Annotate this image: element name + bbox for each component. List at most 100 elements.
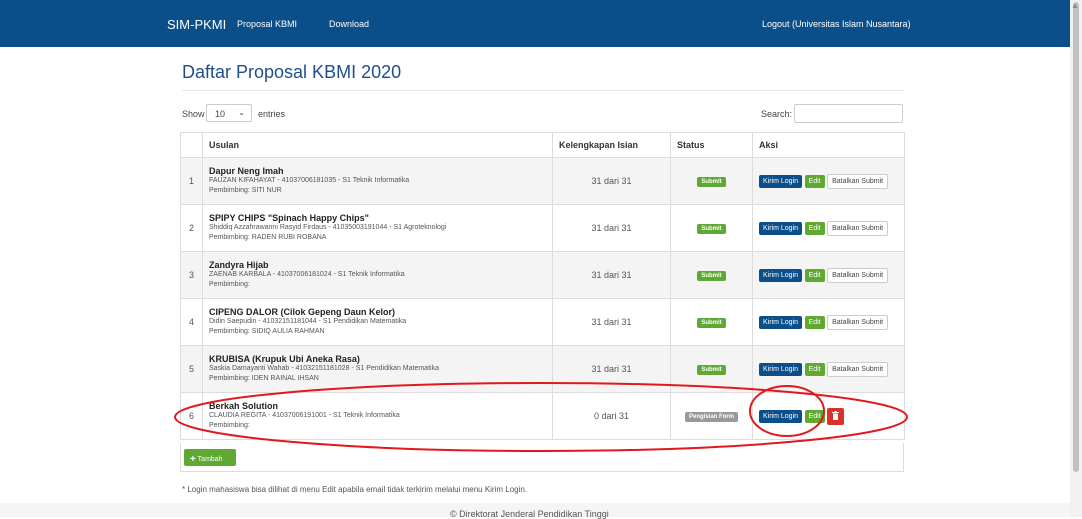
proposal-supervisor: Pembimbing: — [209, 281, 250, 288]
status-badge: Submit — [697, 177, 726, 187]
footer-copyright: © Direktorat Jenderal Pendidikan Tinggi — [450, 509, 609, 519]
batalkan-submit-button[interactable]: Batalkan Submit — [827, 361, 889, 377]
actions-cell: Kirim Login Edit Batalkan Submit — [752, 345, 905, 393]
edit-button[interactable]: Edit — [804, 268, 825, 282]
proposal-supervisor: Pembimbing: IDEN RAINAL IHSAN — [209, 375, 319, 382]
col-header-status[interactable]: Status — [670, 132, 753, 158]
scrollbar-thumb[interactable] — [1073, 2, 1079, 472]
proposal-student: Shiddiq Azzahrawanni Rasyid Firdaus - 41… — [209, 224, 447, 231]
batalkan-submit-button[interactable]: Batalkan Submit — [827, 267, 889, 283]
completeness-value: 31 dari 31 — [552, 345, 671, 393]
proposal-table: Usulan Kelengkapan Isian Status Aksi 1 D… — [180, 132, 905, 440]
page-title: Daftar Proposal KBMI 2020 — [182, 62, 402, 82]
batalkan-submit-button[interactable]: Batalkan Submit — [827, 173, 889, 189]
status-cell: Submit — [670, 298, 753, 346]
title-divider — [182, 90, 904, 91]
edit-button[interactable]: Edit — [804, 362, 825, 376]
proposal-supervisor: Pembimbing: RADEN RUBI ROBANA — [209, 234, 327, 241]
table-row: 3 Zandyra Hijab ZAENAB KARBALA - 4103700… — [180, 251, 905, 299]
status-badge: Submit — [697, 224, 726, 234]
edit-button[interactable]: Edit — [804, 409, 825, 423]
logout-link[interactable]: Logout (Universitas Islam Nusantara) — [762, 19, 911, 29]
entries-label: entries — [258, 109, 286, 119]
row-number: 4 — [180, 298, 203, 346]
chevron-down-icon: ⌄ — [238, 108, 245, 117]
completeness-value: 31 dari 31 — [552, 204, 671, 252]
nav-proposal-kbmi[interactable]: Proposal KBMI — [237, 19, 297, 29]
proposal-cell: CIPENG DALOR (Cilok Gepeng Daun Kelor) D… — [202, 298, 553, 346]
status-cell: Submit — [670, 157, 753, 205]
proposal-student: Saskia Damayanti Wahab - 41032151181028 … — [209, 365, 439, 372]
row-number: 1 — [180, 157, 203, 205]
kirim-login-button[interactable]: Kirim Login — [759, 315, 803, 329]
proposal-title: KRUBISA (Krupuk Ubi Aneka Rasa) — [209, 354, 360, 364]
search-label: Search: — [761, 109, 793, 119]
show-label: Show — [182, 109, 205, 119]
status-badge: Pengisian Form — [684, 412, 738, 422]
kirim-login-button[interactable]: Kirim Login — [759, 409, 803, 423]
completeness-value: 31 dari 31 — [552, 298, 671, 346]
col-header-usulan[interactable]: Usulan — [202, 132, 553, 158]
batalkan-submit-button[interactable]: Batalkan Submit — [827, 314, 889, 330]
proposal-supervisor: Pembimbing: — [209, 422, 250, 429]
entries-select[interactable]: 10 ⌄ — [206, 104, 252, 122]
table-row: 1 Dapur Neng Imah FAUZAN KIFAHAYAT - 410… — [180, 157, 905, 205]
proposal-cell: Zandyra Hijab ZAENAB KARBALA - 410370061… — [202, 251, 553, 299]
proposal-title: Zandyra Hijab — [209, 260, 269, 270]
status-badge: Submit — [697, 318, 726, 328]
add-button-label: Tambah — [197, 456, 223, 463]
kirim-login-button[interactable]: Kirim Login — [759, 268, 803, 282]
proposal-student: FAUZAN KIFAHAYAT - 41037006181035 - S1 T… — [209, 177, 410, 184]
completeness-value: 0 dari 31 — [552, 392, 671, 440]
actions-cell: Kirim Login Edit — [752, 392, 905, 440]
kirim-login-button[interactable]: Kirim Login — [759, 174, 803, 188]
col-header-aksi[interactable]: Aksi — [752, 132, 905, 158]
proposal-cell: Berkah Solution CLAUDIA REGITA - 4103700… — [202, 392, 553, 440]
nav-download[interactable]: Download — [329, 19, 369, 29]
table-row: 4 CIPENG DALOR (Cilok Gepeng Daun Kelor)… — [180, 298, 905, 346]
edit-button[interactable]: Edit — [804, 174, 825, 188]
completeness-value: 31 dari 31 — [552, 157, 671, 205]
proposal-cell: Dapur Neng Imah FAUZAN KIFAHAYAT - 41037… — [202, 157, 553, 205]
actions-cell: Kirim Login Edit Batalkan Submit — [752, 251, 905, 299]
batalkan-submit-button[interactable]: Batalkan Submit — [827, 220, 889, 236]
row-number: 5 — [180, 345, 203, 393]
proposal-student: Didin Saepudin - 41032151181044 - S1 Pen… — [209, 318, 407, 325]
edit-button[interactable]: Edit — [804, 221, 825, 235]
status-badge: Submit — [697, 271, 726, 281]
proposal-title: Berkah Solution — [209, 401, 279, 411]
proposal-cell: KRUBISA (Krupuk Ubi Aneka Rasa) Saskia D… — [202, 345, 553, 393]
row-number: 6 — [180, 392, 203, 440]
brand-link[interactable]: SIM-PKMI — [167, 17, 226, 32]
status-badge: Submit — [697, 365, 726, 375]
table-row: 2 SPIPY CHIPS "Spinach Happy Chips" Shid… — [180, 204, 905, 252]
proposal-student: CLAUDIA REGITA - 41037006191001 - S1 Tek… — [209, 412, 400, 419]
search-input[interactable] — [794, 104, 903, 123]
delete-button[interactable] — [827, 407, 845, 425]
row-number: 3 — [180, 251, 203, 299]
table-row: 5 KRUBISA (Krupuk Ubi Aneka Rasa) Saskia… — [180, 345, 905, 393]
login-footnote: * Login mahasiswa bisa dilihat di menu E… — [182, 485, 528, 494]
trash-icon — [832, 410, 840, 420]
proposal-student: ZAENAB KARBALA - 41037006181024 - S1 Tek… — [209, 271, 405, 278]
edit-button[interactable]: Edit — [804, 315, 825, 329]
kirim-login-button[interactable]: Kirim Login — [759, 362, 803, 376]
actions-cell: Kirim Login Edit Batalkan Submit — [752, 298, 905, 346]
proposal-cell: SPIPY CHIPS "Spinach Happy Chips" Shiddi… — [202, 204, 553, 252]
table-header-row: Usulan Kelengkapan Isian Status Aksi — [180, 132, 905, 158]
proposal-supervisor: Pembimbing: SIDIQ AULIA RAHMAN — [209, 328, 325, 335]
add-proposal-button[interactable]: + Tambah — [184, 449, 236, 466]
kirim-login-button[interactable]: Kirim Login — [759, 221, 803, 235]
completeness-value: 31 dari 31 — [552, 251, 671, 299]
actions-cell: Kirim Login Edit Batalkan Submit — [752, 157, 905, 205]
proposal-title: Dapur Neng Imah — [209, 166, 284, 176]
top-navbar: SIM-PKMI Proposal KBMI Download Logout (… — [0, 0, 1070, 47]
scroll-up-icon[interactable]: ▲ — [1071, 1, 1079, 10]
plus-icon: + — [190, 454, 196, 465]
col-header-kelengkapan[interactable]: Kelengkapan Isian — [552, 132, 671, 158]
proposal-supervisor: Pembimbing: SITI NUR — [209, 187, 282, 194]
proposal-title: CIPENG DALOR (Cilok Gepeng Daun Kelor) — [209, 307, 396, 317]
proposal-title: SPIPY CHIPS "Spinach Happy Chips" — [209, 213, 369, 223]
status-cell: Pengisian Form — [670, 392, 753, 440]
col-header-number[interactable] — [180, 132, 203, 158]
